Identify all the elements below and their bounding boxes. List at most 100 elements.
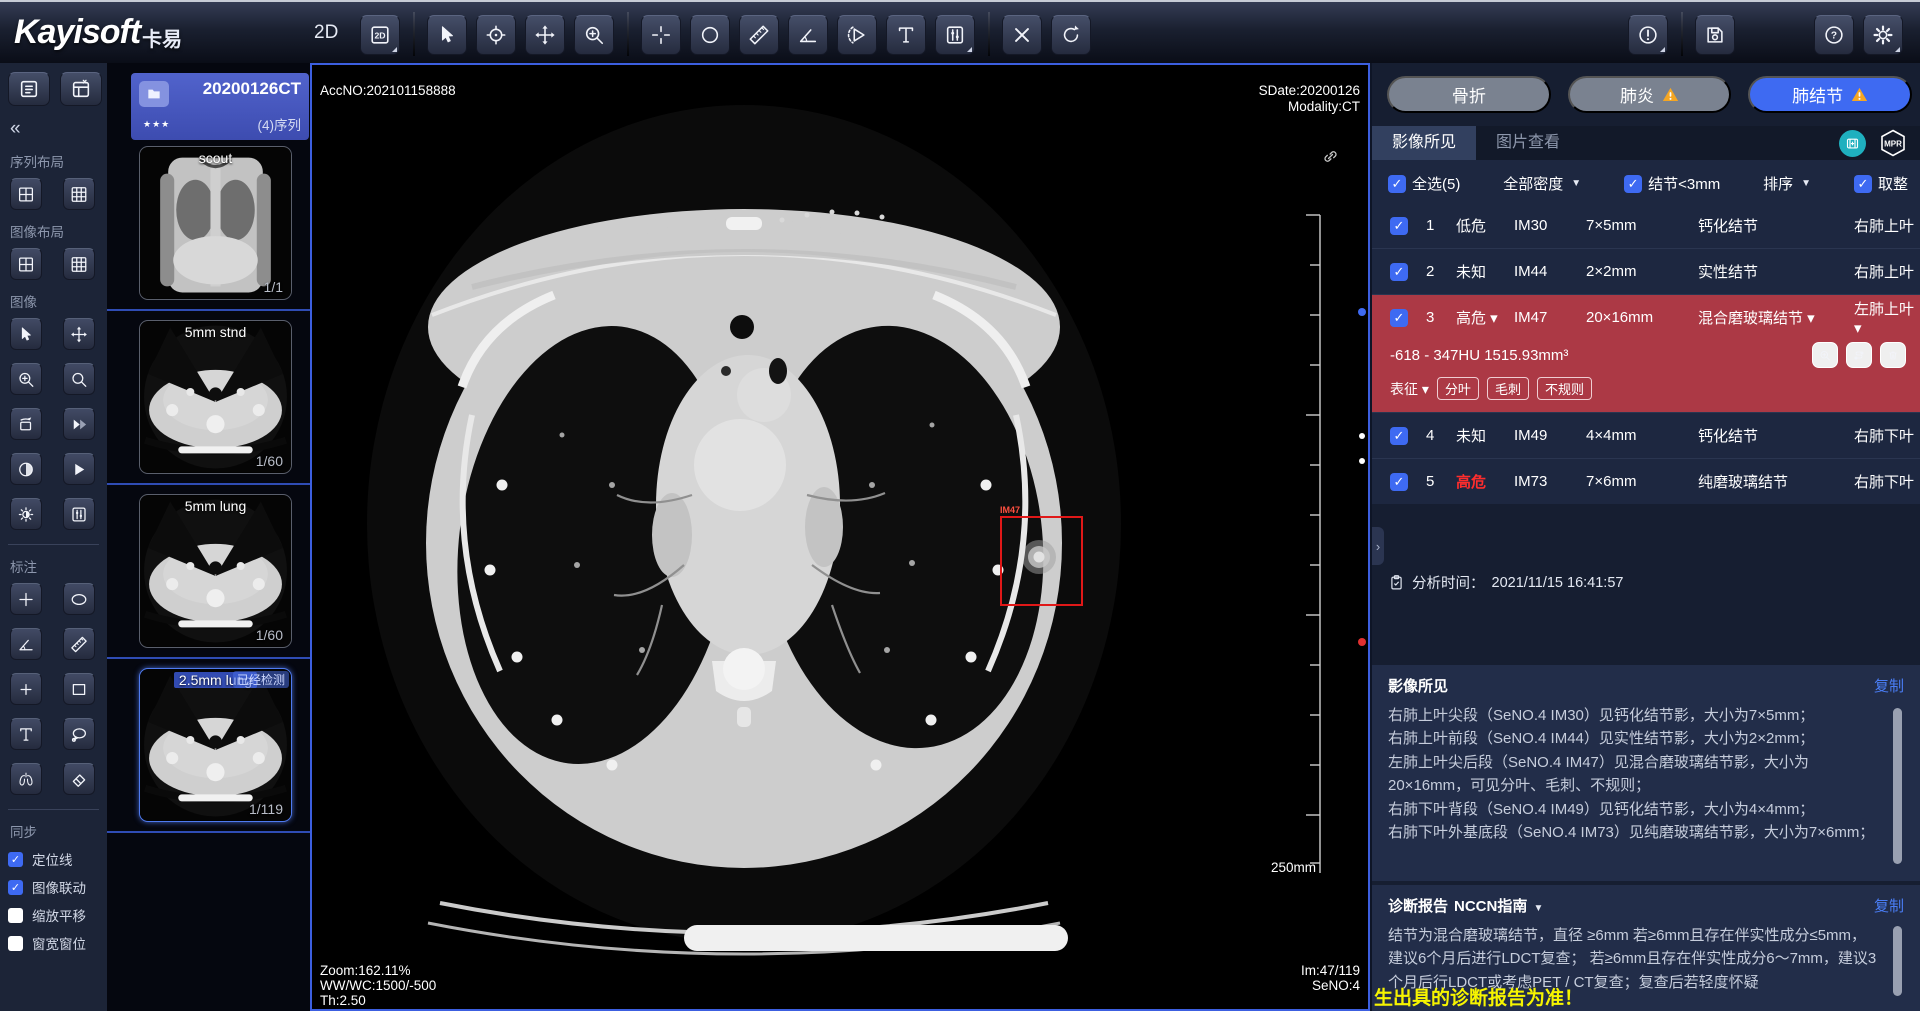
text-annotation-button[interactable] (886, 15, 926, 55)
ellipse-annotation-button[interactable] (63, 583, 95, 615)
chevron-down-icon: ▼ (1534, 903, 1544, 914)
tab-图片查看[interactable]: 图片查看 (1476, 126, 1580, 160)
checkbox-checked[interactable]: ✓ (1390, 263, 1408, 281)
sync-option[interactable]: ✓定位线 (8, 849, 107, 869)
image-layout-2x2-button[interactable] (10, 248, 42, 280)
tab-影像所见[interactable]: 影像所见 (1372, 126, 1476, 160)
crosshair-annotation-button[interactable] (10, 583, 42, 615)
pan-button[interactable] (63, 318, 95, 350)
ellipse-measure-button[interactable] (690, 15, 730, 55)
help-button[interactable]: ? (1814, 15, 1854, 55)
invert-button[interactable] (10, 453, 42, 485)
magnify-button[interactable] (63, 363, 95, 395)
checkbox-checked[interactable]: ✓ (8, 852, 23, 867)
copy-findings-button[interactable]: 复制 (1874, 675, 1904, 696)
cobb-angle-button[interactable] (837, 15, 877, 55)
filter-sort-dropdown[interactable]: 排序▼ (1763, 173, 1811, 194)
checkbox-checked[interactable]: ✓ (1390, 427, 1408, 445)
nodule-row[interactable]: ✓2未知IM442×2mm实性结节右肺上叶 (1372, 249, 1920, 295)
angle-measure-button[interactable] (788, 15, 828, 55)
lung-tool-button[interactable] (10, 763, 42, 795)
eraser-button[interactable] (63, 763, 95, 795)
zoom-in-button[interactable] (10, 363, 42, 395)
series-thumbnail[interactable]: 5mm lung1/60 (139, 494, 292, 648)
probe-crosshair-button[interactable] (641, 15, 681, 55)
link-sync-icon[interactable] (1321, 147, 1340, 166)
report-card-icon[interactable] (1839, 130, 1866, 157)
checkbox-checked[interactable]: ✓ (1390, 309, 1408, 327)
ruler-annotation-button[interactable] (63, 628, 95, 660)
feature-chip[interactable]: 毛刺 (1487, 377, 1529, 400)
mpr-button[interactable]: MPR (1878, 128, 1908, 158)
checkbox-checked[interactable]: ✓ (1390, 473, 1408, 491)
localizer-button[interactable] (476, 15, 516, 55)
rect-annotation-button[interactable] (63, 673, 95, 705)
filter-small-nodule[interactable]: ✓结节<3mm (1624, 173, 1720, 194)
nodule-row[interactable]: ✓3高危 ▾IM4720×16mm混合磨玻璃结节 ▾左肺上叶 ▾ (1372, 295, 1920, 340)
series-layout-3x3-button[interactable] (63, 178, 95, 210)
reset-view-button[interactable] (1051, 15, 1091, 55)
sync-option[interactable]: ✓图像联动 (8, 877, 107, 897)
checkbox-unchecked[interactable] (8, 936, 23, 951)
select-button[interactable] (427, 15, 467, 55)
nodule-row[interactable]: ✓4未知IM494×4mm钙化结节右肺下叶 (1372, 413, 1920, 459)
image-layout-3x3-button[interactable] (63, 248, 95, 280)
zoom-in-button[interactable] (574, 15, 614, 55)
checkbox-unchecked[interactable] (8, 908, 23, 923)
collapse-rail-button[interactable]: « (10, 118, 30, 140)
window-level-button[interactable] (935, 15, 975, 55)
checkbox-checked[interactable]: ✓ (8, 880, 23, 895)
slice-marker-white (1359, 458, 1365, 464)
brightness-button[interactable] (10, 498, 42, 530)
nodule-row[interactable]: ✓5高危IM737×6mm纯磨玻璃结节右肺下叶 (1372, 459, 1920, 504)
zoom-nodule-button[interactable] (1812, 342, 1838, 368)
sync-option[interactable]: 窗宽窗位 (8, 933, 107, 953)
ai-mode-肺炎[interactable]: 肺炎 (1568, 76, 1732, 113)
filter-round[interactable]: ✓取整 (1854, 173, 1908, 194)
series-thumbnail[interactable]: 5mm stnd1/60 (139, 320, 292, 474)
feature-label[interactable]: 表征 ▾ (1390, 379, 1429, 399)
ct-viewport[interactable]: IM47 AccNO:202101158888 SDate:20200126 M… (310, 63, 1370, 1011)
checkbox-checked[interactable]: ✓ (1390, 217, 1408, 235)
settings-button[interactable] (1863, 15, 1903, 55)
flip-button[interactable] (63, 408, 95, 440)
nodule-row[interactable]: ✓1低危IM307×5mm钙化结节右肺上叶 (1372, 203, 1920, 249)
rotate-button[interactable] (10, 408, 42, 440)
copy-report-button[interactable]: 复制 (1874, 895, 1904, 916)
filter-density-dropdown[interactable]: 全部密度▼ (1503, 173, 1581, 194)
select-button[interactable] (10, 318, 42, 350)
nodule-annotation-box[interactable]: IM47 (1000, 516, 1083, 606)
save-button[interactable] (1695, 15, 1735, 55)
filter-select-all[interactable]: ✓全选(5) (1388, 173, 1460, 194)
layout-2d-button[interactable]: 2D (360, 15, 400, 55)
feature-chip[interactable]: 分叶 (1437, 377, 1479, 400)
findings-scrollbar[interactable] (1893, 708, 1902, 864)
close-series-panel-button[interactable] (60, 72, 102, 106)
guideline-dropdown[interactable]: NCCN指南 ▼ (1454, 895, 1543, 916)
series-thumbnail[interactable]: 2.5mm lung1/119已经检测 (139, 668, 292, 822)
point-annotation-button[interactable] (10, 673, 42, 705)
text-annotation-button[interactable] (10, 718, 42, 750)
callout-annotation-button[interactable] (63, 718, 95, 750)
ai-mode-肺结节[interactable]: 肺结节 (1748, 76, 1912, 113)
compare-nodule-button[interactable] (1846, 342, 1872, 368)
report-alert-button[interactable] (1628, 15, 1668, 55)
pan-button[interactable] (525, 15, 565, 55)
delete-nodule-button[interactable] (1880, 342, 1906, 368)
ruler-measure-button[interactable] (739, 15, 779, 55)
ai-mode-骨折[interactable]: 骨折 (1387, 76, 1551, 113)
series-layout-2x2-button[interactable] (10, 178, 42, 210)
angle-annotation-button[interactable] (10, 628, 42, 660)
delete-annotation-button[interactable] (1002, 15, 1042, 55)
panel-collapse-handle[interactable]: › (1372, 527, 1384, 565)
series-thumbnail[interactable]: scout1/1 (139, 146, 292, 300)
nodule-row-expanded[interactable]: ✓3高危 ▾IM4720×16mm混合磨玻璃结节 ▾左肺上叶 ▾-618 - 3… (1372, 295, 1920, 413)
toolbar-separator (1681, 12, 1683, 56)
sync-option[interactable]: 缩放平移 (8, 905, 107, 925)
study-header[interactable]: 20200126CT ★★★ (4)序列 (131, 73, 309, 140)
cine-play-button[interactable] (63, 453, 95, 485)
series-list-button[interactable] (8, 72, 50, 106)
checkbox-checked: ✓ (1624, 175, 1642, 193)
feature-chip[interactable]: 不规则 (1537, 377, 1592, 400)
window-level-button[interactable] (63, 498, 95, 530)
